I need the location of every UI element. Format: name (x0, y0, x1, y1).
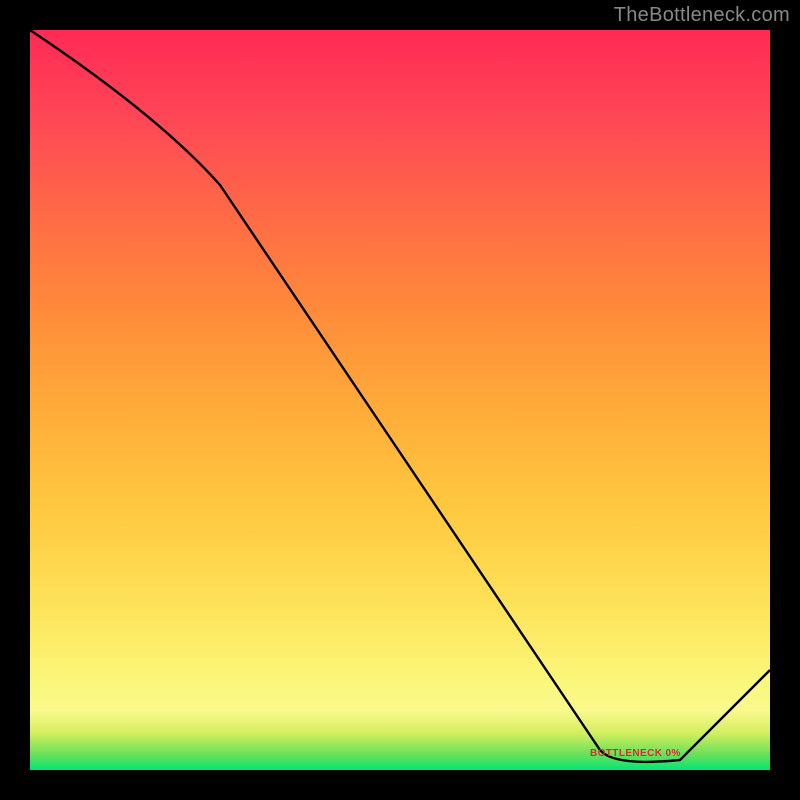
bottleneck-marker-label: BOTTLENECK 0% (590, 748, 681, 759)
curve-path (30, 30, 770, 762)
chart-container: TheBottleneck.com BOTTLENECK 0% (0, 0, 800, 800)
bottleneck-curve (30, 30, 770, 770)
plot-area: BOTTLENECK 0% (30, 30, 770, 770)
watermark-text: TheBottleneck.com (614, 4, 790, 27)
